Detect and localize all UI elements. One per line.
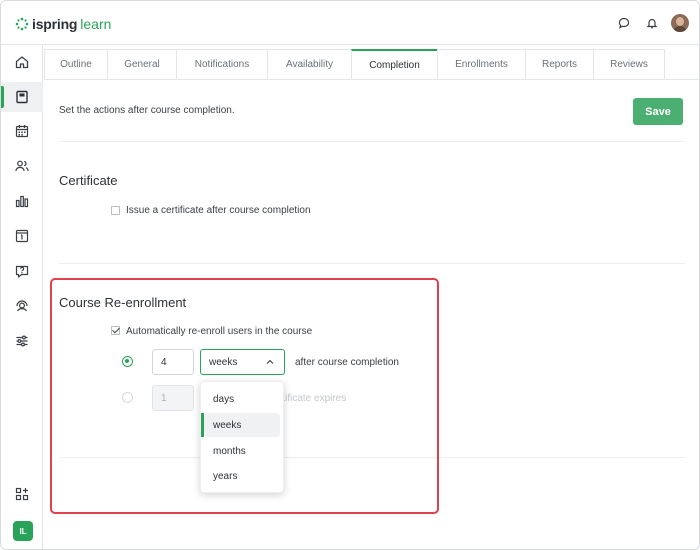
user-avatar[interactable]	[671, 14, 689, 32]
issue-certificate-label: Issue a certificate after course complet…	[126, 205, 311, 216]
divider	[59, 263, 685, 264]
headset-icon	[16, 300, 28, 312]
rail-apps[interactable]	[1, 479, 43, 509]
rail-support[interactable]	[1, 291, 43, 321]
logo-brand: ispring	[32, 16, 78, 32]
logo[interactable]: ispring learn	[15, 15, 111, 33]
tab-availability[interactable]: Availability	[267, 49, 352, 79]
rail-users[interactable]	[1, 151, 43, 181]
tab-completion[interactable]: Completion	[351, 49, 438, 80]
highlight-frame	[50, 278, 439, 514]
certificate-title: Certificate	[59, 173, 118, 188]
top-actions	[615, 14, 689, 32]
rail-settings[interactable]	[1, 326, 43, 356]
rail-reports[interactable]	[1, 186, 43, 216]
rail-home[interactable]	[1, 47, 43, 77]
rail-info[interactable]	[1, 221, 43, 251]
question-icon	[15, 265, 29, 278]
tab-general[interactable]: General	[107, 49, 177, 79]
users-icon	[15, 160, 29, 172]
chat-icon[interactable]	[615, 14, 633, 32]
tabs-underline	[44, 79, 699, 80]
completion-hint: Set the actions after course completion.	[59, 105, 235, 116]
rail-help[interactable]	[1, 256, 43, 286]
save-button[interactable]: Save	[633, 98, 683, 125]
add-widget-icon	[15, 487, 29, 501]
book-icon	[16, 90, 28, 104]
home-icon	[15, 56, 29, 69]
tab-reviews[interactable]: Reviews	[593, 49, 665, 79]
tab-enrollments[interactable]: Enrollments	[437, 49, 526, 79]
app-window: ispring learn IL Outline General Notific…	[0, 0, 700, 550]
tab-reports[interactable]: Reports	[525, 49, 594, 79]
rail-calendar[interactable]	[1, 116, 43, 146]
info-panel-icon	[15, 229, 29, 243]
account-avatar[interactable]: IL	[13, 521, 33, 541]
tab-bar: Outline General Notifications Availabili…	[44, 49, 665, 80]
left-rail: IL	[1, 45, 43, 549]
logo-icon	[15, 17, 29, 31]
divider	[59, 141, 685, 142]
sliders-icon	[16, 335, 28, 347]
bell-icon[interactable]	[643, 14, 661, 32]
tab-outline[interactable]: Outline	[44, 49, 108, 79]
tab-notifications[interactable]: Notifications	[176, 49, 268, 79]
issue-certificate-checkbox[interactable]	[111, 206, 120, 215]
bar-chart-icon	[15, 195, 29, 208]
rail-content[interactable]	[1, 82, 43, 112]
calendar-icon	[15, 125, 29, 138]
top-bar: ispring learn	[1, 1, 699, 45]
logo-product: learn	[80, 16, 112, 32]
